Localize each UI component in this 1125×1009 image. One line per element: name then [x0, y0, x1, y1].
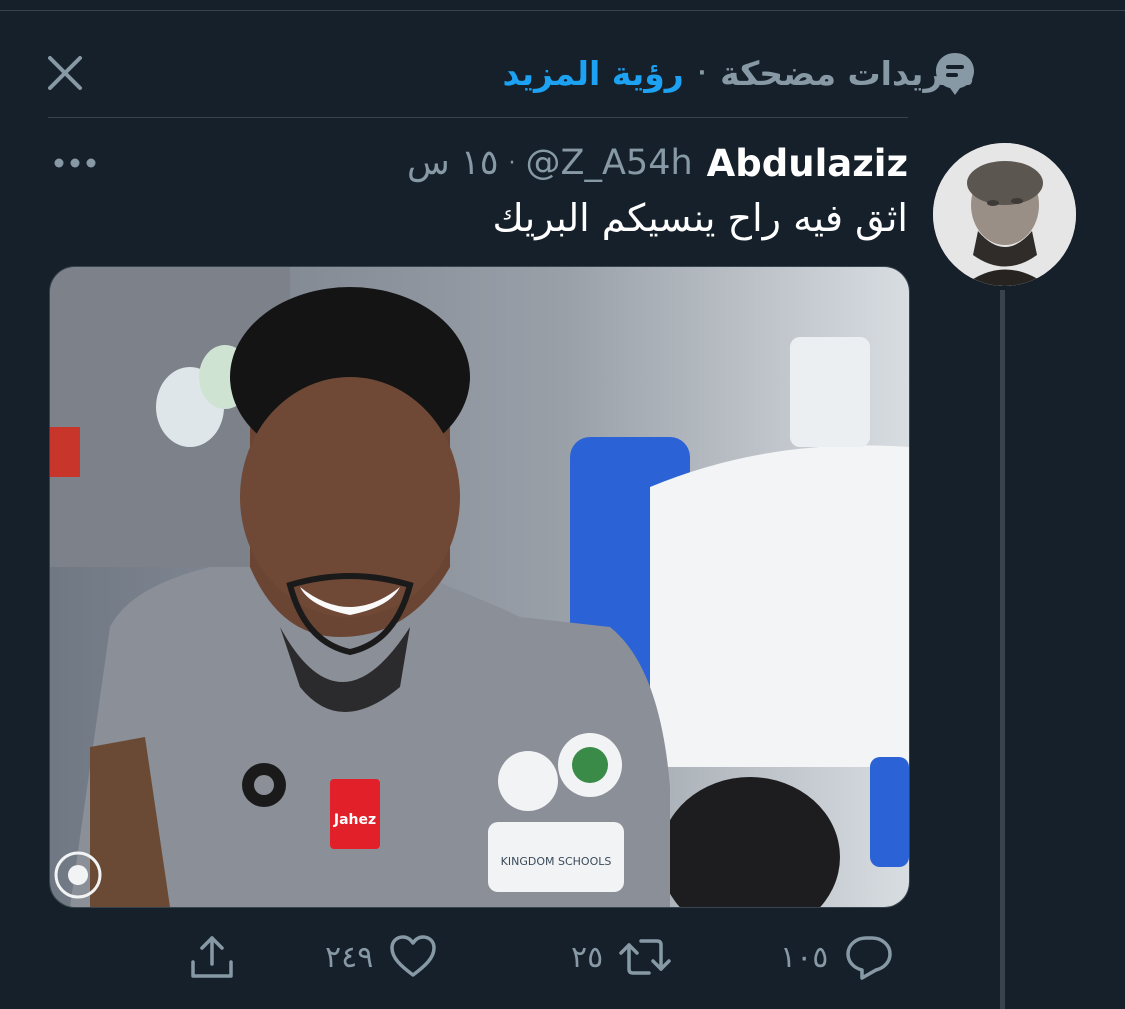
more-dots-icon: [54, 158, 96, 168]
thread-line: [1000, 290, 1005, 1009]
header-divider: [48, 117, 908, 118]
jersey-sponsor-text: Jahez: [333, 812, 376, 828]
tweet-text: اثق فيه راح ينسيكم البريك: [492, 196, 908, 240]
more-button[interactable]: [52, 148, 98, 178]
retweet-count: ٢٥: [571, 939, 604, 975]
tweet-meta: Abdulaziz @Z_A54h · ١٥ س: [407, 138, 908, 188]
reply-icon: [846, 936, 893, 980]
close-icon: [48, 56, 82, 90]
like-button[interactable]: ٢٤٩: [325, 925, 439, 989]
close-button[interactable]: [42, 50, 88, 96]
meta-separator: ·: [508, 150, 516, 176]
tweet-time[interactable]: ١٥ س: [407, 143, 498, 183]
like-count: ٢٤٩: [325, 939, 374, 975]
tweet-media-image[interactable]: Jahez KINGDOM SCHOOLS: [49, 266, 910, 908]
separator-dot: ·: [697, 60, 707, 86]
author-name[interactable]: Abdulaziz: [707, 142, 908, 185]
topic-context: تغريدات مضحكة · رؤية المزيد: [503, 50, 975, 96]
tweet-actions: ٢٤٩ ٢٥ ١٠٥: [0, 925, 1125, 989]
author-handle[interactable]: @Z_A54h: [526, 143, 693, 183]
header: تغريدات مضحكة · رؤية المزيد: [0, 40, 1125, 104]
see-more-link[interactable]: رؤية المزيد: [503, 54, 684, 93]
retweet-button[interactable]: ٢٥: [571, 925, 673, 989]
share-icon: [191, 936, 233, 978]
reply-button[interactable]: ١٠٥: [780, 925, 896, 989]
retweet-icon: [619, 939, 671, 975]
reply-count: ١٠٥: [780, 939, 829, 975]
share-button[interactable]: [185, 925, 239, 989]
heart-icon: [390, 935, 437, 977]
topic-bubble-icon: [933, 50, 977, 98]
author-avatar[interactable]: [933, 143, 1076, 286]
patch-text: KINGDOM SCHOOLS: [501, 855, 612, 868]
top-rule: [0, 10, 1125, 11]
